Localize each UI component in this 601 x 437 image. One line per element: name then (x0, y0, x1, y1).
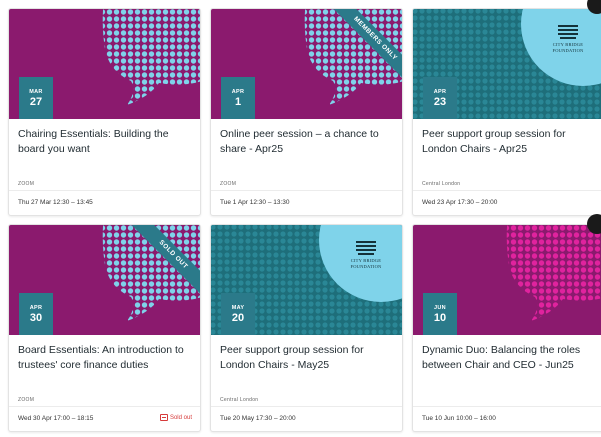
event-title[interactable]: Chairing Essentials: Building the board … (18, 127, 193, 175)
event-venue: ZOOM (18, 397, 35, 403)
sold-out-label: Sold out (169, 414, 192, 421)
bridge-icon (546, 25, 590, 39)
event-venue: Central London (422, 181, 461, 187)
event-card[interactable]: JUN 10 Dynamic Duo: Balancing the roles … (412, 224, 601, 432)
event-datetime: Tue 10 Jun 10:00 – 16:00 (422, 415, 496, 422)
date-day: 1 (234, 96, 242, 108)
logo-name: CITY BRIDGE FOUNDATION (552, 42, 584, 53)
date-month: APR (433, 89, 447, 95)
date-badge: MAR 27 (19, 77, 53, 119)
date-day: 20 (231, 312, 245, 324)
city-bridge-foundation-logo: CITY BRIDGE FOUNDATION (344, 241, 388, 269)
divider (9, 406, 200, 407)
ticket-icon (159, 414, 168, 421)
sold-out-tag: Sold out (159, 414, 192, 421)
event-card[interactable]: MAR 27 Chairing Essentials: Building the… (8, 8, 201, 216)
divider (9, 190, 200, 191)
divider (211, 190, 402, 191)
event-venue: Central London (220, 397, 259, 403)
date-month: APR (29, 305, 43, 311)
date-month: MAY (231, 305, 245, 311)
event-datetime: Wed 23 Apr 17:30 – 20:00 (422, 199, 498, 206)
date-day: 27 (29, 96, 43, 108)
bridge-icon (344, 241, 388, 255)
event-datetime: Thu 27 Mar 12:30 – 13:45 (18, 199, 93, 206)
event-title[interactable]: Board Essentials: An introduction to tru… (18, 343, 193, 391)
divider (413, 406, 601, 407)
event-card[interactable]: CITY BRIDGE FOUNDATION APR 23 Peer suppo… (412, 8, 601, 216)
event-card[interactable]: SOLD OUT APR 30 Board Essentials: An int… (8, 224, 201, 432)
date-day: 10 (433, 312, 447, 324)
event-datetime: Tue 20 May 17:30 – 20:00 (220, 415, 296, 422)
date-month: APR (231, 89, 245, 95)
date-badge: APR 30 (19, 293, 53, 335)
event-datetime: Tue 1 Apr 12:30 – 13:30 (220, 199, 290, 206)
event-title[interactable]: Dynamic Duo: Balancing the roles between… (422, 343, 597, 391)
divider (413, 190, 601, 191)
event-venue: ZOOM (220, 181, 237, 187)
date-badge: MAY 20 (221, 293, 255, 335)
scroll-arrow-icon[interactable] (587, 214, 601, 234)
event-grid: MAR 27 Chairing Essentials: Building the… (0, 0, 601, 437)
city-bridge-foundation-logo: CITY BRIDGE FOUNDATION (546, 25, 590, 53)
event-venue: ZOOM (18, 181, 35, 187)
date-day: 23 (433, 96, 447, 108)
date-month: MAR (29, 89, 43, 95)
date-day: 30 (29, 312, 43, 324)
date-badge: APR 23 (423, 77, 457, 119)
date-month: JUN (434, 305, 446, 311)
divider (211, 406, 402, 407)
event-title[interactable]: Peer support group session for London Ch… (220, 343, 395, 391)
event-datetime: Wed 30 Apr 17:00 – 18:15 (18, 415, 94, 422)
date-badge: APR 1 (221, 77, 255, 119)
date-badge: JUN 10 (423, 293, 457, 335)
event-card[interactable]: MEMBERS ONLY APR 1 Online peer session –… (210, 8, 403, 216)
logo-name: CITY BRIDGE FOUNDATION (350, 258, 382, 269)
event-card[interactable]: CITY BRIDGE FOUNDATION MAY 20 Peer suppo… (210, 224, 403, 432)
event-title[interactable]: Online peer session – a chance to share … (220, 127, 395, 175)
event-title[interactable]: Peer support group session for London Ch… (422, 127, 597, 175)
